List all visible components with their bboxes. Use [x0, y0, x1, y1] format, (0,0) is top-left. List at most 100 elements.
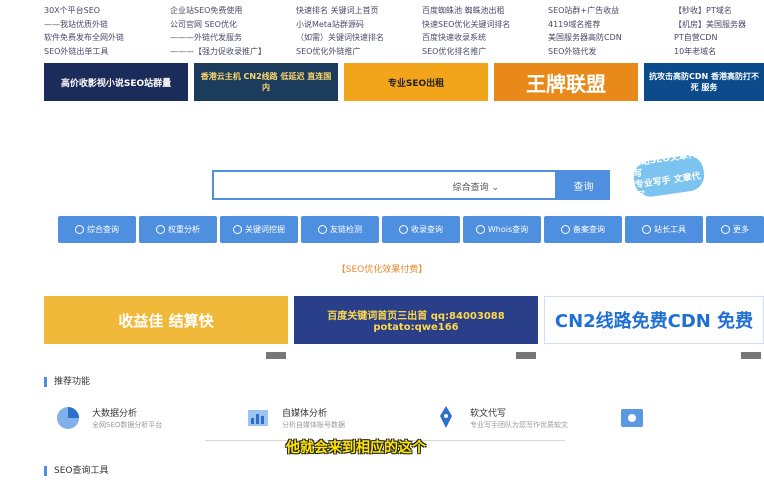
nav-button[interactable]: 收录查询 — [382, 216, 460, 243]
top-link[interactable]: 快速SEO优化关键词排名 — [422, 18, 547, 32]
globe-icon — [475, 225, 485, 234]
top-link[interactable]: ——我站优质外链 — [44, 18, 169, 32]
link-column: 百度蜘蛛池 蜘蛛池出租 快速SEO优化关键词排名 百度快速收录系统 SEO优化排… — [422, 4, 547, 58]
chart-icon — [156, 225, 165, 234]
top-link[interactable]: SEO外链出单工具 — [44, 45, 169, 59]
feature-desc: 分析自媒体账号数据 — [282, 421, 345, 429]
nav-button[interactable]: 更多 — [706, 216, 764, 243]
link-column: 30X个平台SEO ——我站优质外链 软件免费发布全网外链 SEO外链出单工具 — [44, 4, 169, 58]
search-button[interactable]: 查询 — [557, 170, 610, 200]
feature-desc: 全网SEO数据分析平台 — [92, 421, 163, 429]
ad-banner[interactable]: 香港云主机 CN2线路 低延迟 直连国内 — [194, 63, 338, 101]
ad-marker — [266, 352, 286, 359]
top-link[interactable]: SEO站群+广告收益 — [548, 4, 673, 18]
pie-chart-icon — [57, 407, 79, 429]
ad-banner[interactable]: 王牌联盟 — [494, 63, 638, 101]
search-input[interactable]: 综合查询 ⌄ — [212, 170, 557, 200]
nav-label: Whois查询 — [487, 225, 529, 234]
link-column: SEO站群+广告收益 4119域名推荐 美国服务器高防CDN SEO外链代发 — [548, 4, 673, 58]
chevron-down-icon: ⌄ — [491, 183, 499, 193]
seo-ad-link[interactable]: 【SEO优化效果付费】 — [0, 262, 764, 275]
nav-label: 关键词挖掘 — [245, 225, 285, 234]
nav-button[interactable]: Whois查询 — [463, 216, 541, 243]
nav-label: 更多 — [733, 225, 749, 234]
top-link[interactable]: ———外链代发服务 — [170, 31, 295, 45]
link-column: 【秒收】PT域名 【机房】美国服务器 PT自营CDN 10年老域名 — [674, 4, 764, 58]
feature-card[interactable] — [618, 404, 678, 436]
nav-label: 收录查询 — [411, 225, 443, 234]
nav-label: 友链检测 — [330, 225, 362, 234]
top-link[interactable]: SEO外链代发 — [548, 45, 673, 59]
feature-card[interactable]: 大数据分析 全网SEO数据分析平台 — [54, 404, 234, 436]
ad-banner[interactable]: CN2线路免费CDN 免费 — [544, 296, 764, 344]
top-link[interactable]: SEO优化外链推广 — [296, 45, 421, 59]
nav-label: 备案查询 — [573, 225, 605, 234]
ad-banner-text: 高价收影视小说SEO站群量 — [60, 78, 172, 89]
recommend-section-title: 推荐功能 — [44, 377, 90, 387]
top-link[interactable]: ———【强力促收录推广】 — [170, 45, 295, 59]
feature-title: 自媒体分析 — [282, 409, 328, 419]
nav-button[interactable]: 权重分析 — [139, 216, 217, 243]
ad-banner-text: 香港云主机 CN2线路 低延迟 直连国内 — [200, 72, 332, 92]
top-link[interactable]: 百度快速收录系统 — [422, 31, 547, 45]
nav-button[interactable]: 综合查询 — [58, 216, 136, 243]
top-link[interactable]: 10年老域名 — [674, 45, 764, 59]
feature-title: 软文代写 — [470, 409, 507, 419]
nav-button[interactable]: 友链检测 — [301, 216, 379, 243]
feature-card[interactable]: 软文代写 专业写手团队为您写作优质软文 — [432, 404, 612, 436]
nav-label: 权重分析 — [168, 225, 200, 234]
nav-label: 综合查询 — [87, 225, 119, 234]
search-icon — [75, 225, 84, 234]
feature-desc: 专业写手团队为您写作优质软文 — [470, 421, 568, 429]
top-link[interactable]: 【机房】美国服务器 — [674, 18, 764, 32]
more-icon — [721, 225, 730, 234]
ad-banner-text: 百度关键词首页三出首 qq:84003088 potato:qwe166 — [327, 311, 505, 333]
top-link[interactable]: PT自营CDN — [674, 31, 764, 45]
key-icon — [233, 225, 242, 234]
nav-button[interactable]: 站长工具 — [625, 216, 703, 243]
video-subtitle: 他就会来到相应的这个 — [286, 440, 426, 456]
search-type-select[interactable]: 综合查询 ⌄ — [453, 180, 499, 193]
ad-banner-text: 收益佳 结算快 — [118, 311, 214, 330]
ad-banner-text: 抗攻击高防CDN 香港高防打不死 服务 — [649, 72, 759, 92]
ad-banner-text: 王牌联盟 — [526, 71, 606, 96]
feature-title: 大数据分析 — [92, 409, 138, 419]
top-links: 30X个平台SEO ——我站优质外链 软件免费发布全网外链 SEO外链出单工具 … — [44, 4, 764, 60]
ad-banner[interactable]: 抗攻击高防CDN 香港高防打不死 服务 — [644, 63, 764, 101]
ad-banner[interactable]: 高价收影视小说SEO站群量 — [44, 63, 188, 101]
top-link[interactable]: 30X个平台SEO — [44, 4, 169, 18]
top-link[interactable]: 公司官网 SEO优化 — [170, 18, 295, 32]
top-link[interactable]: 软件免费发布全网外链 — [44, 31, 169, 45]
ad-banner[interactable]: 专业SEO出租 — [344, 63, 488, 101]
top-link[interactable]: 美国服务器高防CDN — [548, 31, 673, 45]
tool-icon — [642, 225, 651, 234]
nav-button[interactable]: 关键词挖掘 — [220, 216, 298, 243]
seo-tools-section-title: SEO查询工具 — [44, 466, 108, 476]
top-link[interactable]: 【秒收】PT域名 — [674, 4, 764, 18]
top-link[interactable]: 企业站SEO免费使用 — [170, 4, 295, 18]
top-link[interactable]: 4119域名推荐 — [548, 18, 673, 32]
top-link[interactable]: 百度蜘蛛池 蜘蛛池出租 — [422, 4, 547, 18]
window-icon — [621, 409, 643, 427]
nav-button[interactable]: 备案查询 — [544, 216, 622, 243]
top-link[interactable]: 小说Meta站群源码 — [296, 18, 421, 32]
ad-marker — [741, 352, 761, 359]
feature-card[interactable]: 自媒体分析 分析自媒体账号数据 — [244, 404, 424, 436]
search-type-label: 综合查询 — [452, 183, 489, 193]
link-icon — [318, 225, 327, 234]
book-icon — [399, 225, 408, 234]
ad-banner[interactable]: 百度关键词首页三出首 qq:84003088 potato:qwe166 — [294, 296, 538, 344]
top-link[interactable]: SEO优化排名推广 — [422, 45, 547, 59]
ad-banner-text: CN2线路免费CDN 免费 — [554, 311, 754, 332]
top-link[interactable]: 快速排名 关键词上首页 — [296, 4, 421, 18]
link-column: 企业站SEO免费使用 公司官网 SEO优化 ———外链代发服务 ———【强力促收… — [170, 4, 295, 58]
ad-marker — [516, 352, 536, 359]
ad-label-row — [44, 352, 764, 360]
bar-chart-icon — [248, 410, 268, 426]
article-writing-badge[interactable]: 爱站SEO文章代写 专业写手 文章代写 — [631, 150, 707, 202]
top-link[interactable]: （如需）关键词快速排名 — [296, 31, 421, 45]
ad-banner[interactable]: 收益佳 结算快 — [44, 296, 288, 344]
pen-icon — [440, 406, 452, 428]
link-column: 快速排名 关键词上首页 小说Meta站群源码 （如需）关键词快速排名 SEO优化… — [296, 4, 421, 58]
tool-nav: 综合查询 权重分析 关键词挖掘 友链检测 收录查询 Whois查询 备案查询 站… — [58, 216, 764, 243]
